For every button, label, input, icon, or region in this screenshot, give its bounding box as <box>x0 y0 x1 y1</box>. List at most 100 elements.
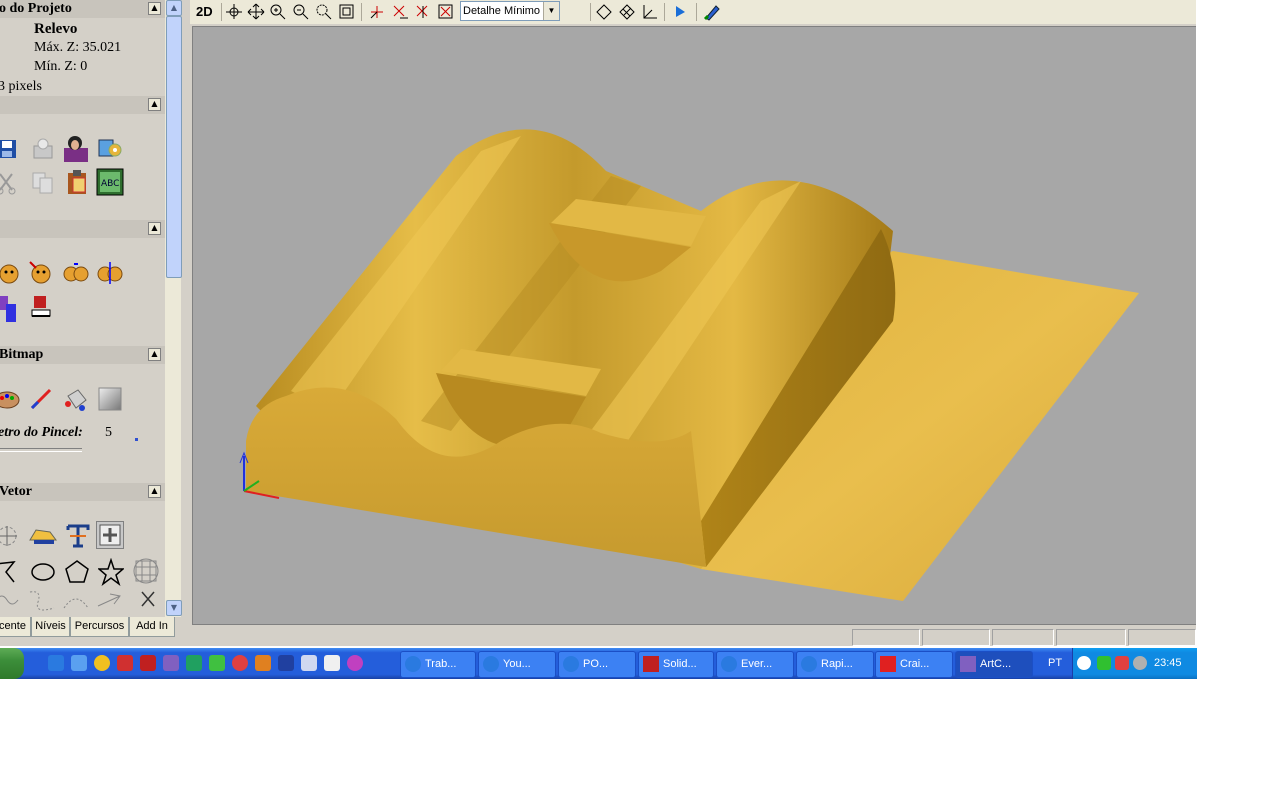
grid-shape-icon[interactable] <box>132 557 159 584</box>
taskbar-item[interactable]: Trab... <box>400 651 476 678</box>
scissors-icon[interactable] <box>138 588 164 614</box>
app-icon[interactable] <box>209 655 225 671</box>
scroll-thumb[interactable] <box>166 16 182 278</box>
settings-icon[interactable] <box>96 134 122 160</box>
view-iso-icon[interactable] <box>367 2 387 21</box>
artcam-icon <box>960 656 976 672</box>
scroll-down-icon[interactable]: ▼ <box>166 600 182 616</box>
taskbar-item-label: PO... <box>583 658 609 670</box>
file-section-header[interactable]: ▲ <box>0 96 165 114</box>
taskbar-item[interactable]: Solid... <box>638 651 714 678</box>
spreadsheet-icon[interactable] <box>186 655 202 671</box>
tab-add-in[interactable]: Add In <box>129 617 175 637</box>
start-button[interactable] <box>0 648 24 679</box>
security-icon[interactable] <box>1097 656 1111 670</box>
relief-section-header[interactable]: ▲ <box>0 220 165 238</box>
node-edit-icon[interactable] <box>0 522 20 548</box>
star-icon[interactable] <box>96 557 126 587</box>
window-icon[interactable] <box>301 655 317 671</box>
network-icon[interactable] <box>1115 656 1129 670</box>
zoom-window-icon[interactable] <box>314 2 334 21</box>
brush-icon[interactable] <box>28 386 54 412</box>
save-icon[interactable] <box>0 136 20 162</box>
gradient-fill-icon[interactable] <box>96 386 122 412</box>
view-top-icon[interactable] <box>390 2 410 21</box>
taskbar-item[interactable]: Rapi... <box>796 651 874 678</box>
paste-icon[interactable] <box>64 168 90 194</box>
wave-icon[interactable] <box>0 590 20 616</box>
diamond-view-icon[interactable] <box>594 2 614 21</box>
collapse-icon[interactable]: ▲ <box>148 2 161 15</box>
taskbar-item[interactable]: Ever... <box>716 651 794 678</box>
zoom-in-icon[interactable] <box>268 2 288 21</box>
tab-percursos[interactable]: Percursos <box>70 617 129 637</box>
tab-cente[interactable]: cente <box>0 617 31 637</box>
film-icon[interactable] <box>278 655 294 671</box>
text-grid-icon[interactable]: ABC <box>96 168 124 196</box>
axes-icon[interactable] <box>640 2 660 21</box>
detail-level-select[interactable]: Detalhe Mínimo ▼ <box>460 1 560 21</box>
scroll-up-icon[interactable]: ▲ <box>166 0 182 16</box>
grid-view-icon[interactable] <box>617 2 637 21</box>
taskbar-item-active[interactable]: ArtC... <box>955 651 1033 678</box>
volume-icon[interactable] <box>1133 656 1147 670</box>
zoom-out-icon[interactable] <box>291 2 311 21</box>
pencil-icon[interactable] <box>255 655 271 671</box>
desktop-icon[interactable] <box>71 655 87 671</box>
view-side-icon[interactable] <box>436 2 456 21</box>
vector-section-header[interactable]: Vetor ▲ <box>0 483 165 501</box>
move-icon[interactable] <box>246 2 266 21</box>
bitmap-section-header[interactable]: Bitmap ▲ <box>0 346 165 364</box>
3d-viewport[interactable] <box>192 26 1196 625</box>
paint-bucket-icon[interactable] <box>62 386 88 412</box>
zoom-extents-icon[interactable] <box>337 2 357 21</box>
view-front-icon[interactable] <box>413 2 433 21</box>
ellipse-icon[interactable] <box>30 558 56 584</box>
text-tool-icon[interactable] <box>64 522 90 548</box>
taskbar-item[interactable]: PO... <box>558 651 636 678</box>
play-icon[interactable] <box>670 2 690 21</box>
project-section-header[interactable]: o do Projeto ▲ <box>0 0 165 18</box>
taskbar-item[interactable]: Crai... <box>875 651 953 678</box>
app-icon[interactable] <box>117 655 133 671</box>
freehand-icon[interactable] <box>0 558 20 584</box>
language-indicator[interactable]: PT <box>1048 657 1062 669</box>
app-icon[interactable] <box>347 655 363 671</box>
gradient-blocks-icon[interactable] <box>0 294 22 322</box>
import-icon[interactable] <box>30 136 56 162</box>
vehicle-icon[interactable] <box>28 522 57 548</box>
chevron-down-icon[interactable]: ▼ <box>543 2 559 20</box>
document-icon[interactable] <box>324 655 340 671</box>
pan-icon[interactable] <box>224 2 244 21</box>
palette-icon[interactable] <box>0 386 20 412</box>
bear-mirror-icon[interactable] <box>96 260 123 286</box>
polygon-icon[interactable] <box>64 558 90 584</box>
media-player-icon[interactable] <box>94 655 110 671</box>
collapse-icon[interactable]: ▲ <box>148 485 161 498</box>
browser-icon[interactable] <box>232 655 248 671</box>
left-panel-scrollbar[interactable]: ▲ ▼ <box>165 0 182 617</box>
solidworks-icon[interactable] <box>140 655 156 671</box>
tray-expand-icon[interactable] <box>1077 656 1091 670</box>
portrait-icon[interactable] <box>62 134 88 162</box>
arrow-line-icon[interactable] <box>96 590 122 616</box>
collapse-icon[interactable]: ▲ <box>148 222 161 235</box>
ie-icon[interactable] <box>48 655 64 671</box>
cut-icon[interactable] <box>0 170 20 196</box>
collapse-icon[interactable]: ▲ <box>148 348 161 361</box>
stamp-icon[interactable] <box>28 292 54 318</box>
copy-icon[interactable] <box>30 170 56 196</box>
curve-icon[interactable] <box>62 590 89 616</box>
add-grid-icon[interactable] <box>96 521 124 549</box>
bear-relief-icon[interactable] <box>0 260 22 286</box>
collapse-icon[interactable]: ▲ <box>148 98 161 111</box>
brush-slider[interactable] <box>0 448 82 452</box>
2d-view-button[interactable]: 2D <box>196 2 213 21</box>
tab-niveis[interactable]: Níveis <box>31 617 70 637</box>
spline-icon[interactable] <box>28 588 55 614</box>
bear-smooth-icon[interactable] <box>28 260 54 286</box>
artcam-icon[interactable] <box>163 655 179 671</box>
bear-scale-icon[interactable] <box>62 260 89 286</box>
taskbar-item[interactable]: You... <box>478 651 556 678</box>
paint-brush-icon[interactable] <box>702 2 722 21</box>
